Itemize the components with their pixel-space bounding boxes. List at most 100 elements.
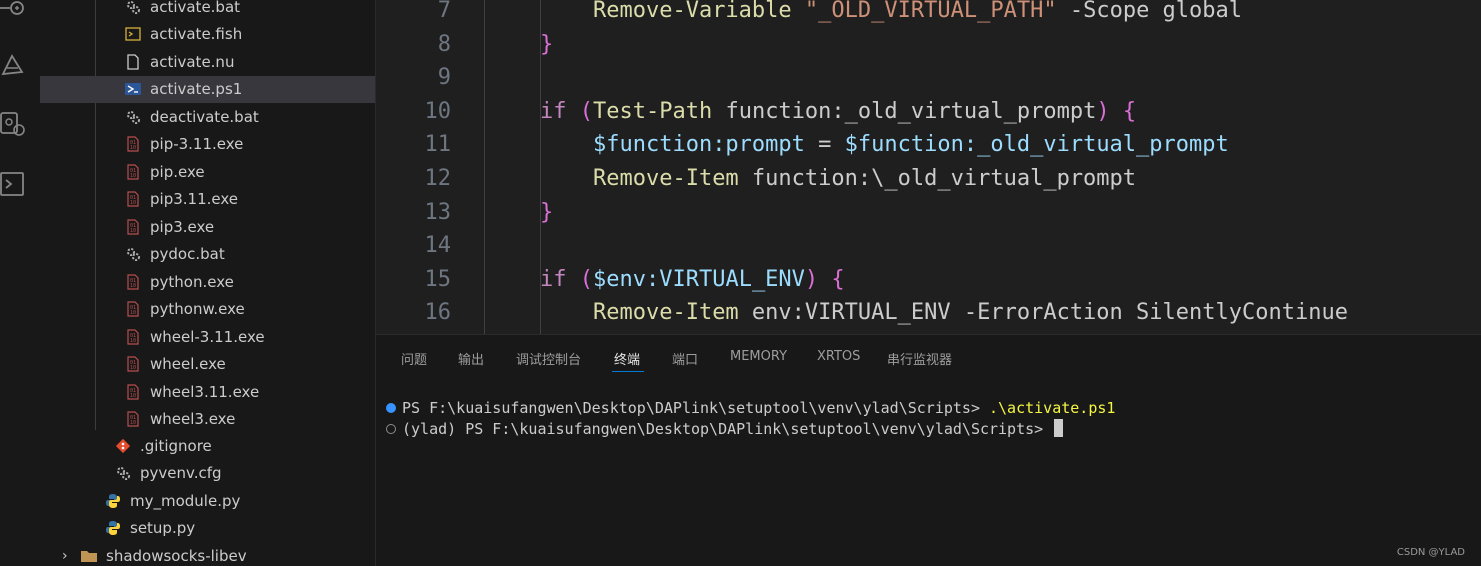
tab-xrtos[interactable]: XRTOS: [817, 349, 860, 364]
code-token: -Scope global: [1056, 0, 1243, 23]
explorer-file[interactable]: activate.fish: [40, 21, 375, 48]
tab-problems[interactable]: 问题: [401, 349, 427, 368]
tab-debug-console[interactable]: 调试控制台: [516, 349, 581, 368]
explorer-file[interactable]: .gitignore: [40, 432, 375, 459]
powershell-icon: [124, 80, 142, 98]
explorer-file[interactable]: pydoc.bat: [40, 241, 375, 268]
line-number: 10: [424, 98, 452, 124]
remote-explorer-icon[interactable]: [0, 110, 26, 138]
explorer-file[interactable]: deactivate.bat: [40, 103, 375, 130]
code-token: env:VIRTUAL_ENV -ErrorAction SilentlyCon…: [738, 300, 1348, 326]
code-token: ): [804, 266, 819, 292]
terminal-line[interactable]: (ylad) PS F:\kuaisufangwen\Desktop\DAPli…: [386, 419, 1064, 438]
tab-output[interactable]: 输出: [458, 349, 484, 368]
line-number: 9: [437, 65, 451, 91]
line-number: 14: [424, 233, 452, 259]
code-line[interactable]: 12 Remove-Item function:\_old_virtual_pr…: [376, 162, 1481, 196]
line-number: 13: [424, 199, 452, 225]
explorer-file[interactable]: 01 10 pythonw.exe: [40, 296, 375, 323]
explorer-folder[interactable]: › shadowsocks-libev: [40, 542, 375, 566]
code-text: Remove-Variable "_OLD_VIRTUAL_PATH" -Sco…: [540, 0, 1242, 28]
line-number: 11: [424, 132, 452, 158]
code-text: if (Test-Path function:_old_virtual_prom…: [540, 95, 1136, 129]
svg-text:10: 10: [130, 200, 136, 206]
explorer-file[interactable]: 01 10 wheel-3.11.exe: [40, 323, 375, 350]
file-icon: [124, 53, 142, 71]
terminal-cursor: [1054, 419, 1064, 437]
terminal-command: .\activate.ps1: [989, 399, 1116, 417]
code-token: if: [540, 266, 567, 292]
explorer-file[interactable]: 01 10 pip.exe: [40, 158, 375, 185]
explorer-file[interactable]: setup.py: [40, 515, 375, 542]
code-token: Remove-Item: [592, 166, 739, 191]
code-line[interactable]: 14: [376, 229, 1481, 263]
code-line[interactable]: 8}: [376, 28, 1481, 62]
terminal-icon[interactable]: [0, 170, 26, 198]
svg-text:10: 10: [130, 228, 136, 234]
line-number: 8: [437, 31, 451, 57]
explorer-file[interactable]: 01 10 wheel.exe: [40, 351, 375, 378]
tab-serial-monitor[interactable]: 串行监视器: [887, 349, 952, 368]
code-token: Remove-Variable: [592, 0, 792, 23]
explorer-file[interactable]: activate.nu: [40, 48, 375, 75]
explorer-file[interactable]: 01 10 python.exe: [40, 268, 375, 295]
binary-file-icon: 01 10: [124, 328, 142, 346]
gear-icon: [114, 464, 132, 482]
code-editor[interactable]: 7 Remove-Variable "_OLD_VIRTUAL_PATH" -S…: [376, 0, 1481, 334]
tab-ports[interactable]: 端口: [672, 349, 698, 368]
line-number: 15: [424, 266, 452, 292]
folder-icon: [80, 547, 98, 565]
bottom-panel: 问题 输出 调试控制台 终端 端口 MEMORY XRTOS 串行监视器 PS …: [376, 334, 1481, 566]
explorer-file[interactable]: my_module.py: [40, 487, 375, 514]
file-name-label: wheel.exe: [150, 355, 226, 373]
code-token: (: [579, 266, 593, 292]
code-token: function:_old_virtual_prompt: [712, 98, 1097, 124]
explorer-file[interactable]: activate.bat: [40, 0, 375, 20]
code-line[interactable]: 13}: [376, 196, 1481, 230]
testing-flask-icon[interactable]: [0, 50, 26, 78]
code-line[interactable]: 10 if (Test-Path function:_old_virtual_pr…: [376, 95, 1481, 129]
code-line[interactable]: 7 Remove-Variable "_OLD_VIRTUAL_PATH" -S…: [376, 0, 1481, 28]
tab-memory[interactable]: MEMORY: [730, 349, 787, 364]
gear-icon: [124, 245, 142, 263]
explorer-file[interactable]: 01 10 wheel3.exe: [40, 406, 375, 433]
explorer-file[interactable]: activate.ps1: [40, 75, 375, 103]
code-token: {: [1122, 98, 1137, 124]
file-name-label: pythonw.exe: [150, 300, 245, 318]
tab-terminal[interactable]: 终端: [614, 349, 640, 368]
code-line[interactable]: 16 Remove-Item env:VIRTUAL_ENV -ErrorAct…: [376, 296, 1481, 330]
svg-text:10: 10: [130, 393, 136, 399]
explorer-sidebar: activate.bat activate.fish activate.nu acti…: [40, 0, 376, 566]
command-success-dot-icon[interactable]: [386, 403, 396, 413]
terminal-line: PS F:\kuaisufangwen\Desktop\DAPlink\setu…: [386, 399, 1115, 417]
file-name-label: shadowsocks-libev: [106, 546, 247, 565]
code-token: }: [540, 199, 554, 225]
code-line[interactable]: 15 if ($env:VIRTUAL_ENV) {: [376, 263, 1481, 297]
file-name-label: pip3.exe: [150, 217, 215, 236]
run-debug-icon[interactable]: [0, 0, 26, 22]
code-token: $function:_old_virtual_prompt: [844, 132, 1229, 158]
code-line[interactable]: 11 $function:prompt = $function:_old_vir…: [376, 128, 1481, 162]
file-name-label: pip3.11.exe: [150, 190, 238, 208]
line-number: 16: [424, 300, 452, 326]
file-name-label: pydoc.bat: [150, 245, 225, 263]
explorer-file[interactable]: 01 10 pip3.exe: [40, 213, 375, 240]
python-icon: [104, 492, 122, 510]
code-line[interactable]: 9: [376, 61, 1481, 95]
file-name-label: my_module.py: [130, 491, 241, 510]
chevron-right-icon[interactable]: ›: [62, 548, 78, 564]
file-name-label: activate.fish: [150, 25, 243, 43]
explorer-file[interactable]: 01 10 pip3.11.exe: [40, 186, 375, 213]
explorer-file[interactable]: 01 10 wheel3.11.exe: [40, 378, 375, 405]
explorer-file[interactable]: pyvenv.cfg: [40, 460, 375, 487]
explorer-file[interactable]: 01 10 pip-3.11.exe: [40, 131, 375, 158]
file-name-label: pip.exe: [150, 162, 205, 181]
code-token: ): [1096, 98, 1110, 124]
code-token: $env:VIRTUAL_ENV: [593, 266, 805, 292]
code-text: $function:prompt = $function:_old_virtua…: [540, 128, 1229, 162]
binary-file-icon: 01 10: [124, 383, 142, 401]
